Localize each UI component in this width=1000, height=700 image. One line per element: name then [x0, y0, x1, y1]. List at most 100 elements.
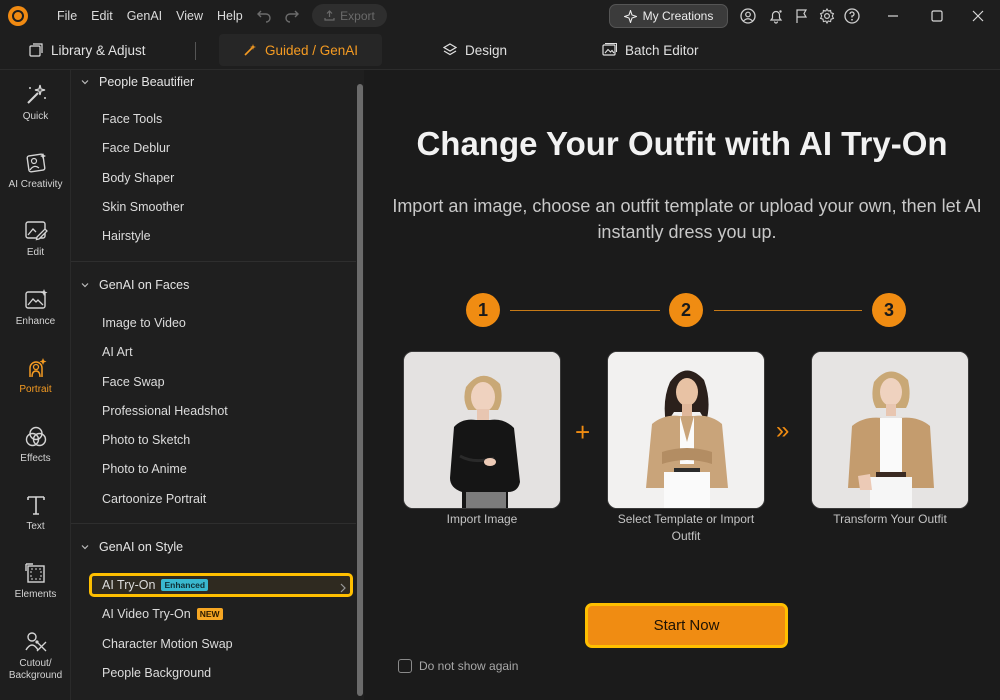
upload-icon [324, 10, 335, 21]
step-connector [714, 310, 862, 311]
list-item-face-deblur[interactable]: Face Deblur [102, 139, 170, 157]
rail-elements-label: Elements [14, 589, 57, 600]
outfit-template-thumbnail [607, 351, 765, 509]
tab-separator [195, 42, 196, 60]
tab-guided-genai[interactable]: Guided / GenAI [219, 34, 382, 66]
undo-redo-group [256, 7, 300, 23]
enhanced-badge: Enhanced [161, 579, 209, 591]
rail-edit-label: Edit [26, 247, 45, 258]
section-title: GenAI on Style [99, 540, 184, 554]
my-creations-label: My Creations [642, 9, 714, 23]
step-badge-3: 3 [872, 293, 906, 327]
portrait-icon [28, 358, 46, 378]
list-item-hairstyle[interactable]: Hairstyle [102, 227, 151, 245]
menu-edit[interactable]: Edit [91, 9, 113, 23]
chevron-down-icon [71, 280, 99, 290]
list-item-cartoonize-portrait[interactable]: Cartoonize Portrait [102, 490, 206, 508]
notification-bell-icon[interactable] [767, 7, 784, 24]
magic-wand-icon [244, 44, 256, 56]
elements-icon [24, 563, 45, 583]
close-icon[interactable] [956, 0, 1000, 32]
section-title: People Beautifier [99, 75, 195, 89]
app-logo-icon [8, 6, 28, 26]
menu-file[interactable]: File [57, 9, 77, 23]
page-description: Import an image, choose an outfit templa… [392, 196, 982, 242]
list-item-photo-to-anime[interactable]: Photo to Anime [102, 460, 187, 478]
promo-flag-icon[interactable] [793, 7, 810, 24]
edit-image-icon [24, 221, 48, 241]
chevron-right-icon [339, 580, 347, 598]
tab-guided-genai-label: Guided / GenAI [264, 42, 359, 58]
effects-icon [25, 426, 46, 447]
export-label: Export [340, 8, 375, 23]
menu-help[interactable]: Help [217, 9, 243, 23]
tab-library-adjust[interactable]: Library & Adjust [29, 34, 146, 66]
step-connector [510, 310, 660, 311]
rail-portrait-label: Portrait [19, 384, 52, 395]
list-item-people-background[interactable]: People Background [102, 664, 211, 682]
magic-wand-icon [26, 84, 46, 104]
list-item-ai-video-try-on[interactable]: AI Video Try-On NEW [102, 605, 223, 623]
minimize-icon[interactable] [871, 0, 915, 32]
rail-ai-creativity-label: AI Creativity [8, 179, 63, 190]
new-badge: NEW [196, 608, 223, 620]
menu-bar: File Edit GenAI View Help [57, 0, 257, 32]
chevron-down-icon [71, 77, 99, 87]
list-item-professional-headshot[interactable]: Professional Headshot [102, 402, 228, 420]
cutout-icon [24, 632, 46, 652]
panel-scrollbar[interactable] [357, 84, 363, 696]
layers-icon [443, 43, 457, 56]
rail-edit[interactable]: Edit [0, 219, 71, 259]
tab-batch-editor[interactable]: Batch Editor [602, 34, 699, 66]
section-genai-on-style[interactable]: GenAI on Style [71, 532, 356, 562]
redo-icon[interactable] [284, 7, 300, 23]
tab-design[interactable]: Design [443, 34, 507, 66]
ai-creativity-icon [26, 153, 46, 173]
section-genai-on-faces[interactable]: GenAI on Faces [71, 270, 356, 300]
list-item-skin-smoother[interactable]: Skin Smoother [102, 198, 184, 216]
list-item-ai-try-on[interactable]: AI Try-On Enhanced [102, 576, 209, 594]
do-not-show-label: Do not show again [419, 659, 519, 673]
help-icon[interactable] [843, 7, 860, 24]
maximize-icon[interactable] [915, 0, 959, 32]
rail-effects[interactable]: Effects [0, 425, 71, 465]
list-item-label: AI Try-On [102, 578, 156, 592]
rail-text[interactable]: Text [0, 493, 71, 533]
rail-portrait[interactable]: Portrait [0, 356, 71, 396]
account-icon[interactable] [739, 7, 756, 24]
do-not-show-checkbox[interactable] [398, 659, 412, 673]
title-bar: File Edit GenAI View Help Export My Crea… [0, 0, 1000, 32]
section-divider [71, 261, 356, 262]
menu-genai[interactable]: GenAI [127, 9, 162, 23]
do-not-show-again[interactable]: Do not show again [398, 659, 518, 673]
settings-gear-icon[interactable] [818, 7, 835, 24]
rail-cutout-background[interactable]: Cutout/ Background [0, 630, 71, 682]
section-people-beautifier[interactable]: People Beautifier [71, 67, 356, 97]
rail-elements[interactable]: Elements [0, 561, 71, 601]
rail-quick[interactable]: Quick [0, 83, 71, 123]
list-item-label: AI Video Try-On [102, 607, 191, 621]
feature-list-panel: People Beautifier Face Tools Face Deblur… [71, 70, 364, 700]
list-item-character-motion-swap[interactable]: Character Motion Swap [102, 635, 233, 653]
my-creations-button[interactable]: My Creations [609, 4, 728, 28]
list-item-image-to-video[interactable]: Image to Video [102, 314, 186, 332]
rail-enhance[interactable]: Enhance [0, 288, 71, 328]
list-item-photo-to-sketch[interactable]: Photo to Sketch [102, 431, 190, 449]
sparkle-icon [623, 9, 637, 23]
start-now-button[interactable]: Start Now [585, 603, 788, 648]
step-caption-import: Import Image [446, 512, 518, 526]
step-badge-1: 1 [466, 293, 500, 327]
export-button[interactable]: Export [312, 4, 387, 27]
list-item-ai-art[interactable]: AI Art [102, 343, 133, 361]
section-divider [71, 523, 356, 524]
rail-ai-creativity[interactable]: AI Creativity [0, 151, 71, 191]
menu-view[interactable]: View [176, 9, 203, 23]
list-item-face-tools[interactable]: Face Tools [102, 110, 162, 128]
list-item-body-shaper[interactable]: Body Shaper [102, 169, 174, 187]
chevron-down-icon [71, 542, 99, 552]
list-item-face-swap[interactable]: Face Swap [102, 373, 165, 391]
undo-icon[interactable] [256, 7, 272, 23]
rail-text-label: Text [26, 521, 45, 532]
left-tool-rail: Quick AI Creativity Edit Enhance Portrai… [0, 70, 71, 700]
main-content: Change Your Outfit with AI Try-On Import… [364, 70, 1000, 700]
